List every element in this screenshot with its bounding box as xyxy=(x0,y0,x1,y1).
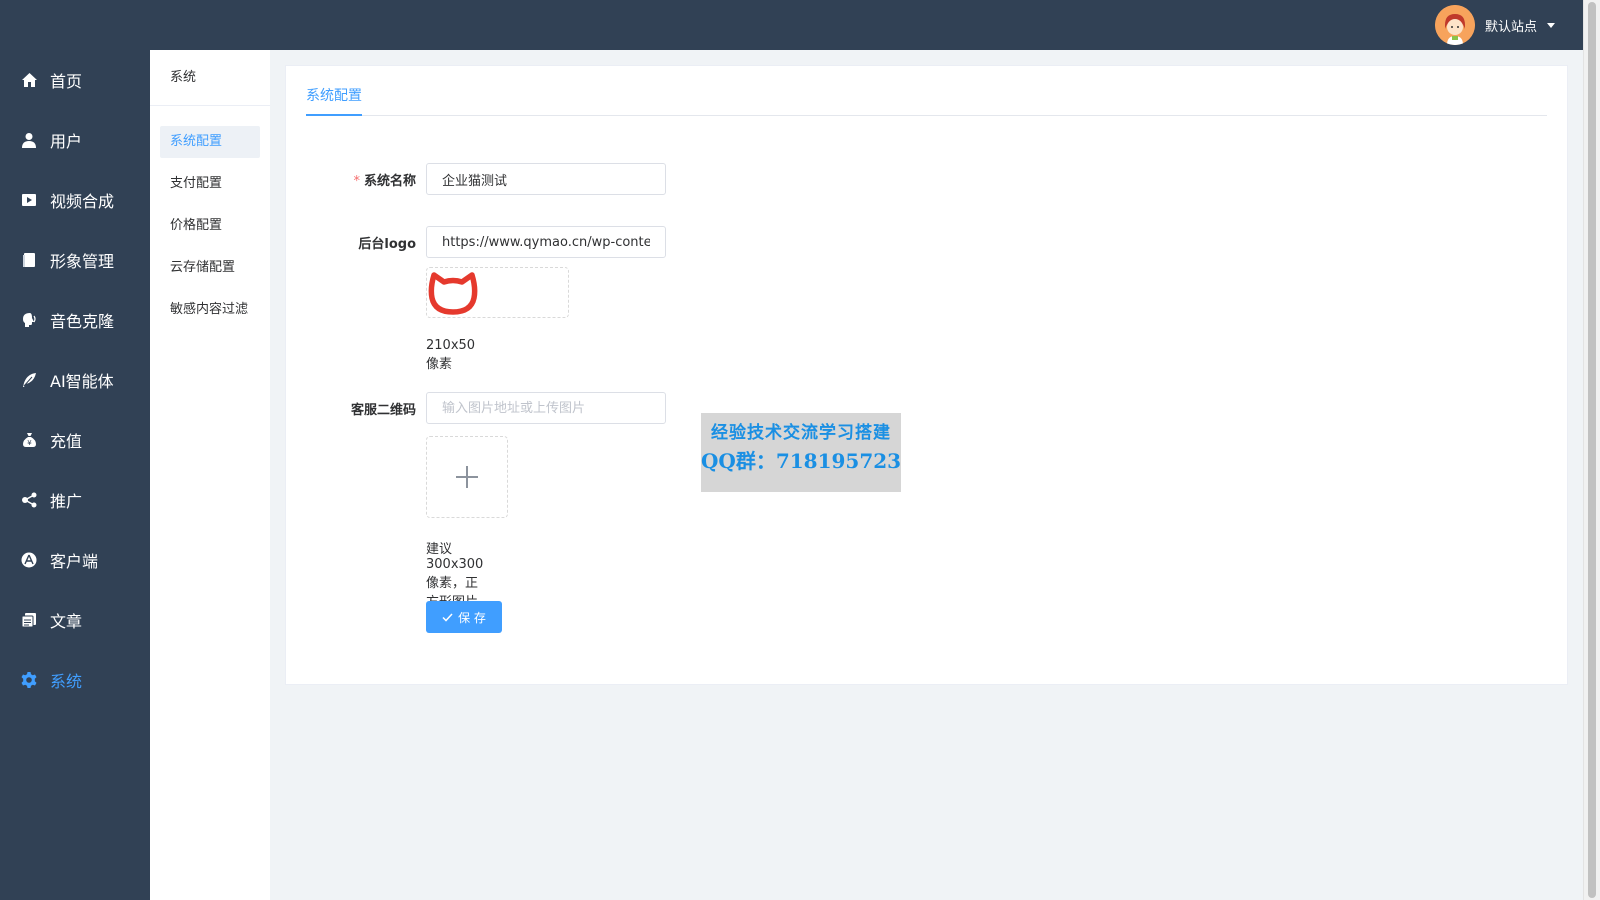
check-icon xyxy=(442,612,453,622)
sidebar-item-label: AI智能体 xyxy=(50,372,114,391)
active-tab-indicator xyxy=(306,114,362,116)
sidebar-item-avatars[interactable]: 形象管理 xyxy=(0,230,150,290)
save-button[interactable]: 保 存 xyxy=(426,601,502,633)
subnav-item-cloud-storage-config[interactable]: 云存储配置 xyxy=(160,252,260,284)
document-icon xyxy=(20,611,38,629)
voice-icon xyxy=(20,311,38,329)
tab-system-config[interactable]: 系统配置 xyxy=(306,66,362,116)
sidebar-item-recharge[interactable]: ¥ 充值 xyxy=(0,410,150,470)
save-button-label: 保 存 xyxy=(458,610,486,625)
cat-logo-icon xyxy=(428,272,478,315)
config-card: 系统配置 *系统名称 后台logo 210x50像素 客服二维码 建议300x3… xyxy=(285,65,1568,685)
sidebar-item-client[interactable]: 客户端 xyxy=(0,530,150,590)
sidebar-item-ai-agent[interactable]: AI智能体 xyxy=(0,350,150,410)
admin-logo-url-input[interactable] xyxy=(426,226,666,258)
scrollbar-thumb[interactable] xyxy=(1588,2,1596,898)
sidebar-item-label: 用户 xyxy=(50,132,83,151)
top-bar: 默认站点 xyxy=(0,0,1583,50)
user-icon xyxy=(20,131,38,149)
sidebar-item-video[interactable]: 视频合成 xyxy=(0,170,150,230)
sidebar-item-label: 客户端 xyxy=(50,552,99,571)
service-qr-hint: 建议300x300像素，正方形图片 xyxy=(426,542,484,610)
sidebar-item-system[interactable]: 系统 xyxy=(0,650,150,710)
feather-icon xyxy=(20,371,38,389)
subnav-item-payment-config[interactable]: 支付配置 xyxy=(160,168,260,200)
book-icon xyxy=(20,251,38,269)
watermark-line-1: 经验技术交流学习搭建 xyxy=(711,423,891,443)
sidebar-item-label: 首页 xyxy=(50,72,83,91)
system-name-label-text: 系统名称 xyxy=(363,174,416,189)
qr-upload-box[interactable] xyxy=(426,436,508,518)
service-qr-label: 客服二维码 xyxy=(350,403,416,418)
money-bag-icon: ¥ xyxy=(20,431,38,449)
sidebar-item-label: 充值 xyxy=(50,432,83,451)
sidebar-item-users[interactable]: 用户 xyxy=(0,110,150,170)
page-scrollbar[interactable] xyxy=(1583,0,1600,900)
sidebar-item-promotion[interactable]: 推广 xyxy=(0,470,150,530)
app-store-icon xyxy=(20,551,38,569)
gear-icon xyxy=(20,671,38,689)
service-qr-url-input[interactable] xyxy=(426,392,666,424)
watermark-overlay: 经验技术交流学习搭建 QQ群：718195723 xyxy=(701,413,901,492)
caret-down-icon[interactable] xyxy=(1547,22,1555,28)
subnav-title: 系统 xyxy=(150,50,270,106)
share-icon xyxy=(20,491,38,509)
sidebar-item-label: 推广 xyxy=(50,492,83,511)
sidebar-item-label: 系统 xyxy=(50,672,83,691)
system-name-input[interactable] xyxy=(426,163,666,195)
plus-icon xyxy=(456,466,478,488)
user-menu[interactable]: 默认站点 xyxy=(1434,5,1555,45)
video-icon xyxy=(20,191,38,209)
logo-preview[interactable] xyxy=(426,267,569,318)
sub-navigation: 系统 系统配置 支付配置 价格配置 云存储配置 敏感内容过滤 xyxy=(150,50,270,900)
svg-text:¥: ¥ xyxy=(27,439,32,447)
admin-logo-label: 后台logo xyxy=(358,237,416,252)
home-icon xyxy=(20,71,38,89)
system-name-label: * 系统名称 xyxy=(286,170,416,189)
subnav-list: 系统配置 支付配置 价格配置 云存储配置 敏感内容过滤 xyxy=(150,106,270,326)
sidebar-item-label: 形象管理 xyxy=(50,252,115,271)
site-name[interactable]: 默认站点 xyxy=(1485,16,1537,35)
sidebar: 首页 用户 视频合成 形象管理 音色克隆 AI智能体 ¥ 充值 推广 客户端 文… xyxy=(0,50,150,900)
sidebar-item-home[interactable]: 首页 xyxy=(0,50,150,110)
subnav-item-sensitive-filter[interactable]: 敏感内容过滤 xyxy=(160,294,260,326)
sidebar-item-voice[interactable]: 音色克隆 xyxy=(0,290,150,350)
sidebar-item-label: 文章 xyxy=(50,612,83,631)
watermark-line-2: QQ群：718195723 xyxy=(701,449,902,473)
tab-bar: 系统配置 xyxy=(306,66,1547,116)
avatar-icon xyxy=(1434,5,1475,45)
subnav-item-price-config[interactable]: 价格配置 xyxy=(160,210,260,242)
admin-logo-hint: 210x50像素 xyxy=(426,338,476,372)
subnav-item-system-config[interactable]: 系统配置 xyxy=(160,126,260,158)
sidebar-item-label: 音色克隆 xyxy=(50,312,115,331)
sidebar-item-articles[interactable]: 文章 xyxy=(0,590,150,650)
required-mark: * xyxy=(353,174,360,189)
sidebar-item-label: 视频合成 xyxy=(50,192,115,211)
